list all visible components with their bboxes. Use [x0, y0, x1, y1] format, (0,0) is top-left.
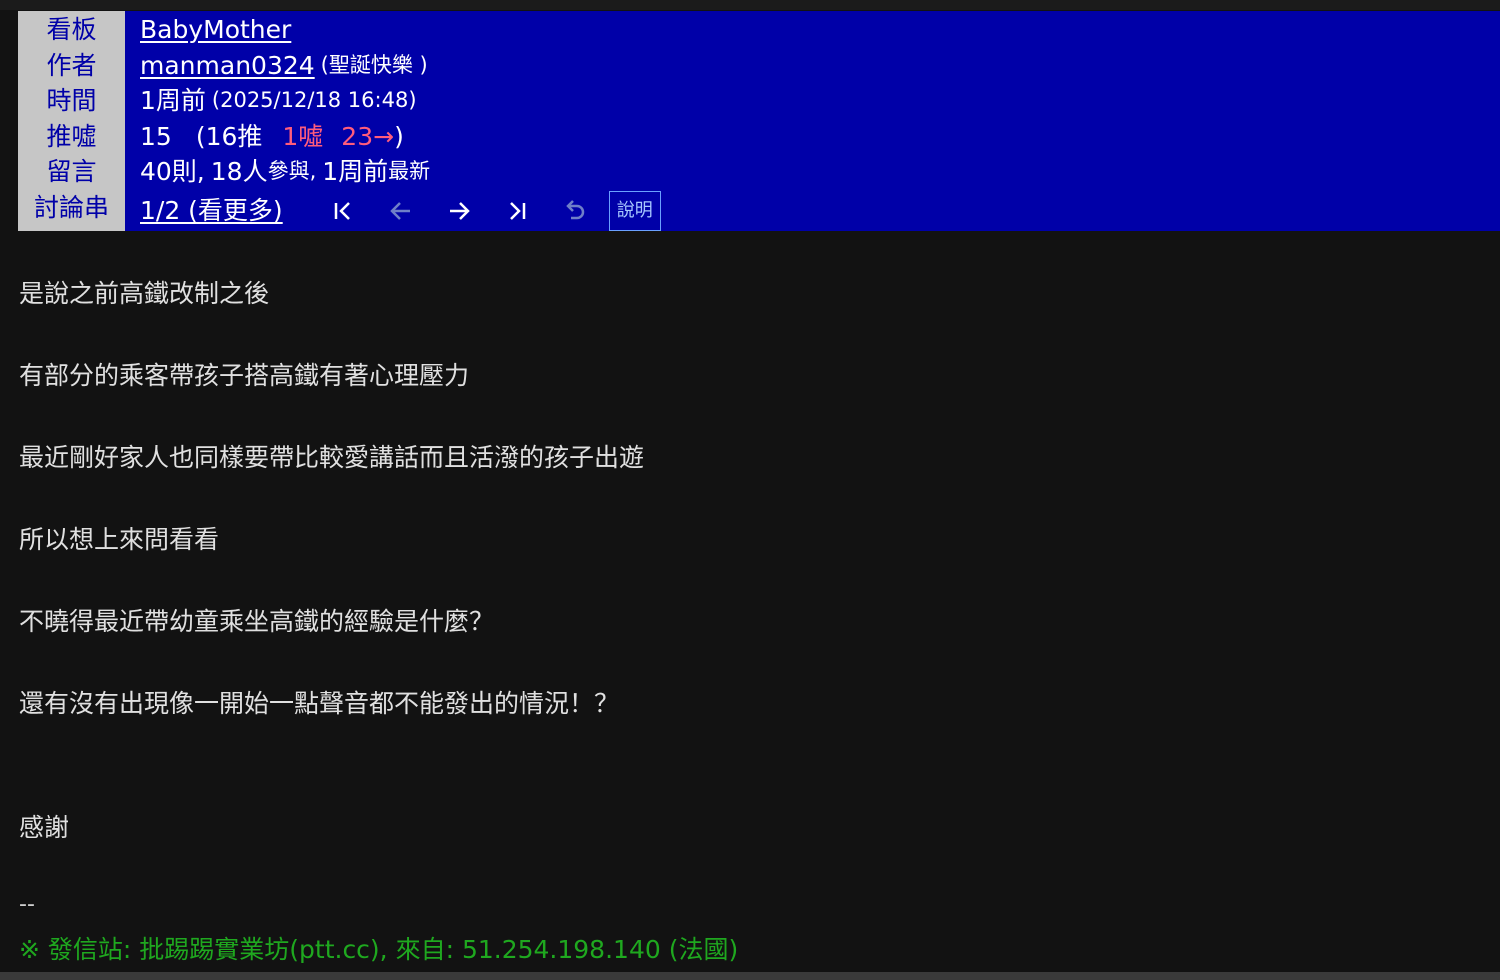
body-line-1: 是說之前高鐵改制之後	[19, 279, 270, 308]
thread-page-link[interactable]: 1/2 (看更多)	[140, 193, 283, 229]
author-row: manman0324 (聖誕快樂 )	[140, 48, 1500, 84]
body-line-2: 有部分的乘客帶孩子搭高鐵有著心理壓力	[19, 361, 470, 390]
author-link[interactable]: manman0324	[140, 48, 315, 84]
next-arrow-icon[interactable]	[439, 191, 479, 231]
comments-row: 40則, 18人 參與, 1周前 最新	[140, 154, 1500, 190]
time-absolute: (2025/12/18 16:48)	[211, 88, 417, 113]
undo-icon[interactable]	[555, 191, 595, 231]
push-score: 15	[140, 121, 172, 151]
label-time: 時間	[46, 86, 97, 116]
thread-row: 1/2 (看更多) 說明	[140, 190, 1500, 232]
latest-label: 最新	[388, 159, 431, 184]
post-footer: ※ 發信站: 批踢踢實業坊(ptt.cc), 來自: 51.254.198.14…	[19, 935, 739, 964]
push-row: 15 (16推 1噓 23→ )	[140, 119, 1500, 155]
body-line-7: 感謝	[19, 813, 70, 842]
header-values: BabyMother manman0324 (聖誕快樂 ) 1周前 (2025/…	[125, 11, 1500, 231]
body-line-6: 還有沒有出現像一開始一點聲音都不能發出的情況！？	[19, 689, 620, 718]
bottom-bar	[0, 972, 1500, 980]
author-nickname: (聖誕快樂 )	[320, 52, 428, 77]
push-count: (16推	[195, 121, 263, 151]
body-line-4: 所以想上來問看看	[19, 525, 220, 554]
participants-num: 18人	[210, 157, 268, 187]
label-author: 作者	[46, 50, 97, 80]
time-relative: 1周前	[140, 86, 206, 116]
boo-count: 1噓	[282, 121, 324, 151]
prev-arrow-icon[interactable]	[381, 191, 421, 231]
top-bar	[0, 0, 1500, 10]
label-thread: 討論串	[33, 192, 109, 222]
arrow-count: 23→	[341, 121, 395, 151]
push-close: )	[394, 121, 404, 151]
article-header: 看板 作者 時間 推噓 留言 討論串 BabyMother manman0324…	[18, 11, 1500, 231]
board-row: BabyMother	[140, 12, 1500, 48]
first-page-icon[interactable]	[323, 191, 363, 231]
label-comments: 留言	[46, 157, 97, 187]
label-push: 推噓	[46, 121, 97, 151]
signature-separator: --	[19, 892, 35, 917]
body-line-3: 最近剛好家人也同樣要帶比較愛講話而且活潑的孩子出遊	[19, 443, 645, 472]
header-labels: 看板 作者 時間 推噓 留言 討論串	[18, 11, 125, 231]
time-row: 1周前 (2025/12/18 16:48)	[140, 83, 1500, 119]
label-board: 看板	[46, 15, 97, 44]
participants-label: 參與,	[267, 159, 317, 184]
help-button[interactable]: 說明	[608, 190, 661, 231]
board-link[interactable]: BabyMother	[140, 12, 291, 48]
last-page-icon[interactable]	[497, 191, 537, 231]
body-line-5: 不曉得最近帶幼童乘坐高鐵的經驗是什麼？	[19, 607, 495, 636]
latest-relative: 1周前	[322, 157, 389, 187]
comments-count: 40則,	[140, 157, 205, 187]
